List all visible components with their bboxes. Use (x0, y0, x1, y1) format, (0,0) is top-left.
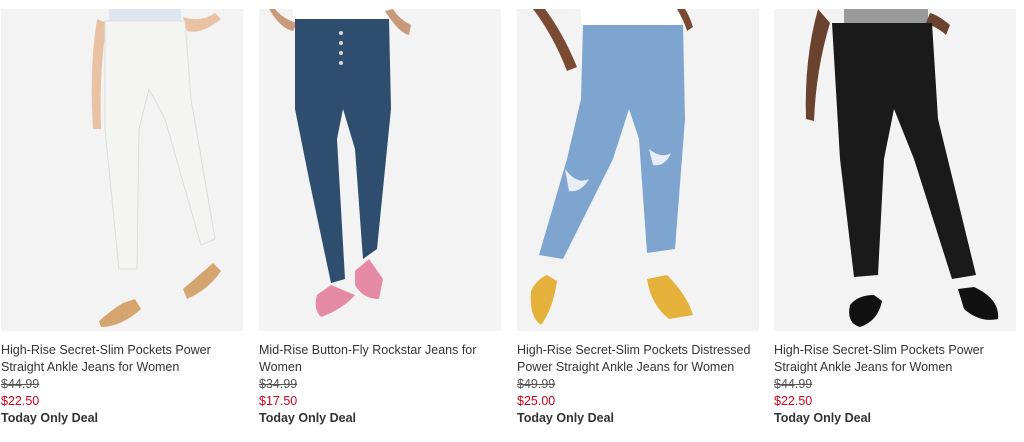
original-price: $44.99 (774, 377, 813, 391)
product-grid: High-Rise Secret-Slim Pockets Power Stra… (0, 0, 1024, 442)
product-image[interactable] (259, 9, 501, 331)
product-name[interactable]: High-Rise Secret-Slim Pockets Power Stra… (774, 342, 1016, 376)
sale-price: $25.00 (517, 394, 556, 408)
product-photo-black-jeans (774, 9, 1016, 331)
deal-badge: Today Only Deal (259, 411, 357, 425)
product-photo-dark-wash-jeans (259, 9, 501, 331)
original-price: $44.99 (1, 377, 40, 391)
product-image[interactable] (517, 9, 759, 331)
product-card[interactable]: Mid-Rise Button-Fly Rockstar Jeans for W… (259, 9, 501, 427)
product-photo-white-jeans (1, 9, 243, 331)
original-price: $34.99 (259, 377, 298, 391)
sale-price: $22.50 (774, 394, 813, 408)
deal-badge: Today Only Deal (517, 411, 615, 425)
deal-badge: Today Only Deal (774, 411, 872, 425)
product-name[interactable]: High-Rise Secret-Slim Pockets Distressed… (517, 342, 759, 376)
product-name[interactable]: Mid-Rise Button-Fly Rockstar Jeans for W… (259, 342, 501, 376)
product-card[interactable]: High-Rise Secret-Slim Pockets Power Stra… (1, 9, 243, 427)
sale-price: $22.50 (1, 394, 40, 408)
deal-badge: Today Only Deal (1, 411, 99, 425)
product-card[interactable]: High-Rise Secret-Slim Pockets Power Stra… (774, 9, 1016, 427)
original-price: $49.99 (517, 377, 556, 391)
product-name[interactable]: High-Rise Secret-Slim Pockets Power Stra… (1, 342, 243, 376)
product-image[interactable] (1, 9, 243, 331)
product-photo-light-wash-distressed-jeans (517, 9, 759, 331)
product-image[interactable] (774, 9, 1016, 331)
product-card[interactable]: High-Rise Secret-Slim Pockets Distressed… (517, 9, 759, 427)
sale-price: $17.50 (259, 394, 298, 408)
